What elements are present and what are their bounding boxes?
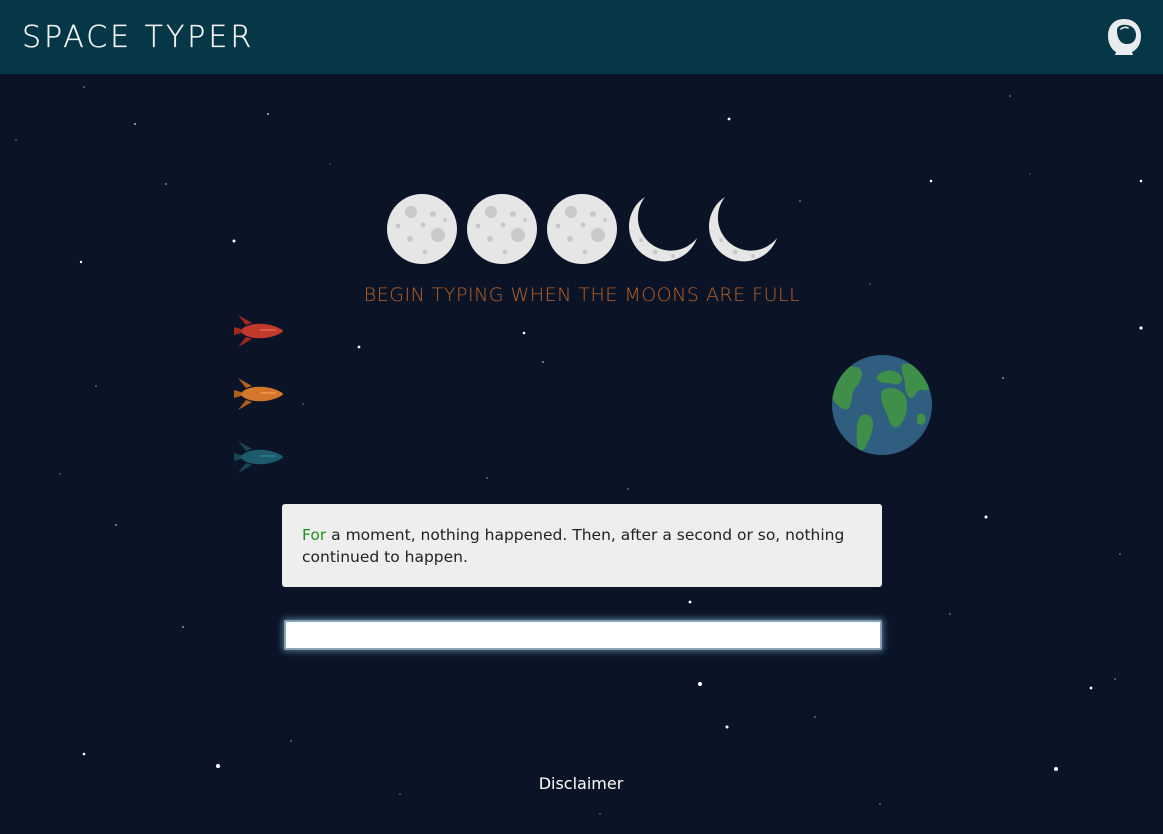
remaining-text: a moment, nothing happened. Then, after …: [302, 526, 845, 566]
astronaut-helmet-icon[interactable]: [1105, 17, 1143, 57]
full-moon-icon: [387, 194, 457, 264]
typing-input[interactable]: [284, 620, 882, 650]
starfield: [15, 86, 1143, 815]
crescent-moon-icon: [708, 197, 777, 262]
app-logo[interactable]: SPACE TYPER: [22, 18, 254, 58]
orange-rocket-icon: [234, 378, 283, 410]
moon-countdown: [385, 192, 785, 267]
typed-text: For: [302, 526, 327, 544]
disclaimer-link[interactable]: Disclaimer: [481, 774, 681, 793]
typing-passage: For a moment, nothing happened. Then, af…: [282, 504, 882, 587]
teal-rocket-icon: [234, 441, 283, 473]
crescent-moon-icon: [628, 197, 697, 262]
full-moon-icon: [467, 194, 537, 264]
red-rocket-icon: [234, 315, 283, 347]
top-bar: SPACE TYPER: [0, 0, 1163, 74]
full-moon-icon: [547, 194, 617, 264]
earth-icon: [832, 355, 932, 455]
countdown-message: BEGIN TYPING WHEN THE MOONS ARE FULL: [363, 284, 801, 306]
